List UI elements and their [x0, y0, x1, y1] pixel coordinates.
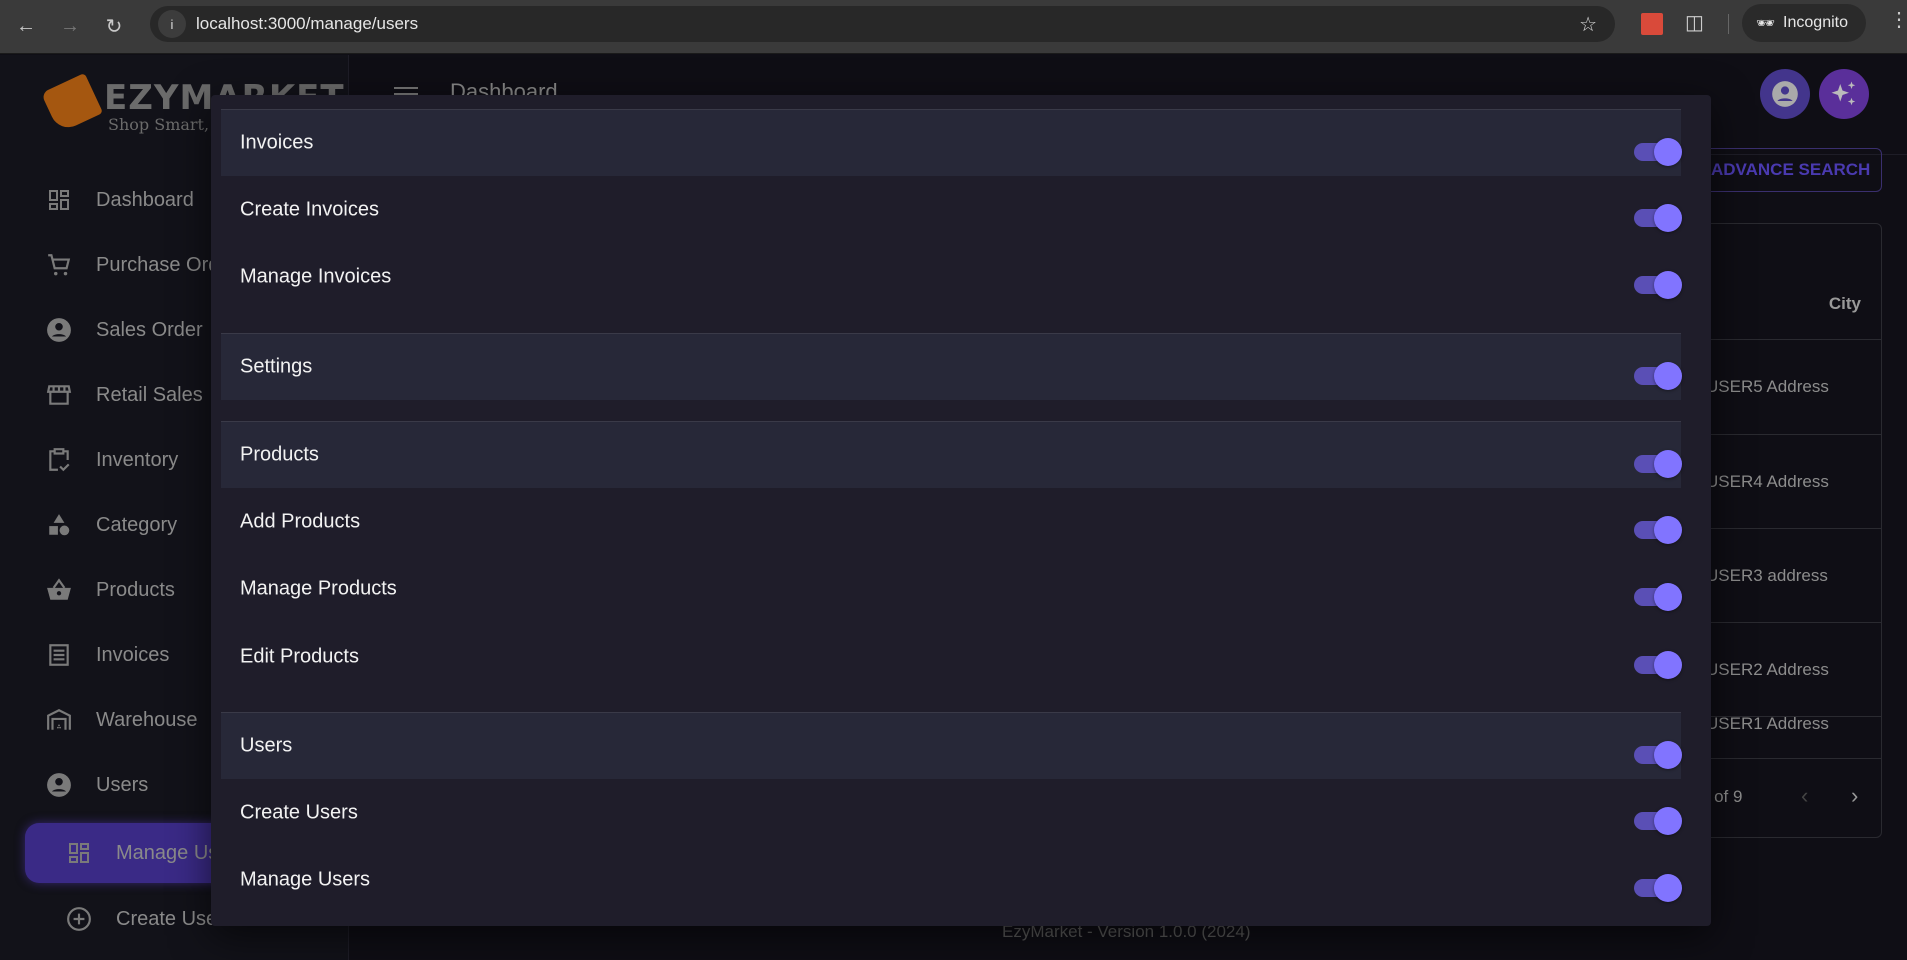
bookmark-star-icon[interactable]: ☆	[1579, 12, 1597, 37]
clipboard-check-icon	[46, 447, 72, 473]
sidebar-label: Warehouse	[96, 708, 198, 731]
storefront-icon	[46, 382, 72, 408]
permission-label: Add Products	[240, 510, 361, 532]
permission-item-manage-invoices: Manage Invoices	[221, 243, 1682, 310]
permission-item-create-users: Create Users	[221, 779, 1682, 846]
incognito-badge[interactable]: 🕶 Incognito	[1742, 4, 1866, 42]
permission-toggle[interactable]	[1634, 741, 1682, 769]
permission-toggle[interactable]	[1634, 362, 1682, 390]
permission-section-settings: Settings	[221, 333, 1682, 400]
address-bar[interactable]: i localhost:3000/manage/users ☆	[150, 6, 1615, 42]
sidebar-item-users[interactable]: Users	[46, 765, 148, 805]
receipt-icon	[46, 642, 72, 668]
cell-city: USER2 Address	[1706, 660, 1829, 679]
permission-section-products: Products	[221, 421, 1682, 488]
prev-page-icon[interactable]: ‹	[1801, 783, 1808, 809]
permission-item-add-products: Add Products	[221, 488, 1682, 555]
account-circle-icon	[46, 772, 72, 798]
cell-city: USER1 Address	[1706, 714, 1829, 733]
sidebar-label: Category	[96, 513, 178, 536]
permission-toggle[interactable]	[1634, 583, 1682, 611]
permission-label: Manage Invoices	[240, 265, 392, 287]
permission-label: Users	[240, 734, 293, 757]
forward-button[interactable]: →	[52, 9, 88, 45]
sidebar-item-dashboard[interactable]: Dashboard	[46, 180, 194, 220]
incognito-icon: 🕶	[1756, 15, 1776, 32]
browser-menu-icon[interactable]: ⋮	[1889, 10, 1907, 30]
account-circle-icon	[46, 317, 72, 343]
add-circle-icon	[66, 906, 92, 932]
user-avatar-button[interactable]	[1760, 69, 1810, 119]
permission-label: Manage Products	[240, 577, 397, 599]
sidebar-label: Invoices	[96, 643, 170, 666]
dashboard-icon	[46, 187, 72, 213]
permission-label: Create Invoices	[240, 198, 379, 220]
sparkle-icon	[1831, 81, 1856, 106]
permission-toggle[interactable]	[1634, 138, 1682, 166]
sidebar-label: Inventory	[96, 448, 179, 471]
column-header-city[interactable]: City	[1829, 294, 1861, 314]
permission-toggle[interactable]	[1634, 271, 1682, 299]
shapes-icon	[46, 512, 72, 538]
sidebar-item-inventory[interactable]: Inventory	[46, 440, 178, 480]
ai-sparkle-button[interactable]	[1819, 69, 1869, 119]
permission-toggle[interactable]	[1634, 874, 1682, 902]
permission-label: Manage Users	[240, 868, 371, 890]
permission-item-edit-products: Edit Products	[221, 623, 1682, 690]
permission-label: Invoices	[240, 131, 314, 154]
permission-toggle[interactable]	[1634, 807, 1682, 835]
permissions-modal: Invoices Create Invoices Manage Invoices…	[211, 95, 1711, 926]
account-circle-icon	[1772, 81, 1798, 107]
sidebar-label: Retail Sales	[96, 383, 203, 406]
permission-toggle[interactable]	[1634, 516, 1682, 544]
permission-toggle[interactable]	[1634, 204, 1682, 232]
sidebar-item-category[interactable]: Category	[46, 505, 177, 545]
sidebar-item-warehouse[interactable]: Warehouse	[46, 700, 198, 740]
sidebar-item-sales-order[interactable]: Sales Order	[46, 310, 203, 350]
back-button[interactable]: ←	[8, 9, 44, 45]
permission-section-users: Users	[221, 712, 1682, 779]
cell-city: USER4 Address	[1706, 472, 1829, 491]
dashboard-icon	[66, 840, 92, 866]
cell-city: USER3 address	[1706, 566, 1828, 585]
permission-toggle[interactable]	[1634, 450, 1682, 478]
sidebar-label: Dashboard	[96, 188, 194, 211]
basket-icon	[46, 577, 72, 603]
react-devtools-extension-icon[interactable]	[1641, 13, 1663, 35]
sidebar-subitem-create-users[interactable]: Create Users	[66, 899, 234, 939]
incognito-label: Incognito	[1783, 14, 1848, 31]
reload-button[interactable]: ↻	[96, 9, 132, 45]
sidebar-label: Products	[96, 578, 175, 601]
sidebar-label: Users	[96, 773, 149, 796]
cell-city: USER5 Address	[1706, 377, 1829, 396]
url-text[interactable]: localhost:3000/manage/users	[196, 14, 418, 34]
permission-toggle[interactable]	[1634, 651, 1682, 679]
sidebar-item-products[interactable]: Products	[46, 570, 175, 610]
sidebar-item-invoices[interactable]: Invoices	[46, 635, 169, 675]
permission-item-manage-users: Manage Users	[221, 846, 1682, 913]
permission-label: Products	[240, 443, 319, 466]
browser-toolbar: ← → ↻ i localhost:3000/manage/users ☆ ◫ …	[0, 0, 1907, 54]
permission-section-invoices: Invoices	[221, 109, 1682, 176]
site-info-icon[interactable]: i	[158, 10, 186, 38]
shopping-cart-tag-icon	[40, 72, 104, 134]
cart-icon	[46, 252, 72, 278]
permission-item-manage-products: Manage Products	[221, 555, 1682, 622]
sidebar-label: Sales Order	[96, 318, 203, 341]
permission-item-create-invoices: Create Invoices	[221, 176, 1682, 243]
permission-label: Create Users	[240, 801, 358, 823]
next-page-icon[interactable]: ›	[1851, 783, 1858, 809]
sidebar-item-retail-sales[interactable]: Retail Sales	[46, 375, 203, 415]
extensions-puzzle-icon[interactable]: ◫	[1685, 10, 1704, 35]
permission-label: Edit Products	[240, 645, 359, 667]
toolbar-divider	[1728, 14, 1729, 34]
permission-label: Settings	[240, 355, 313, 378]
warehouse-icon	[46, 707, 72, 733]
